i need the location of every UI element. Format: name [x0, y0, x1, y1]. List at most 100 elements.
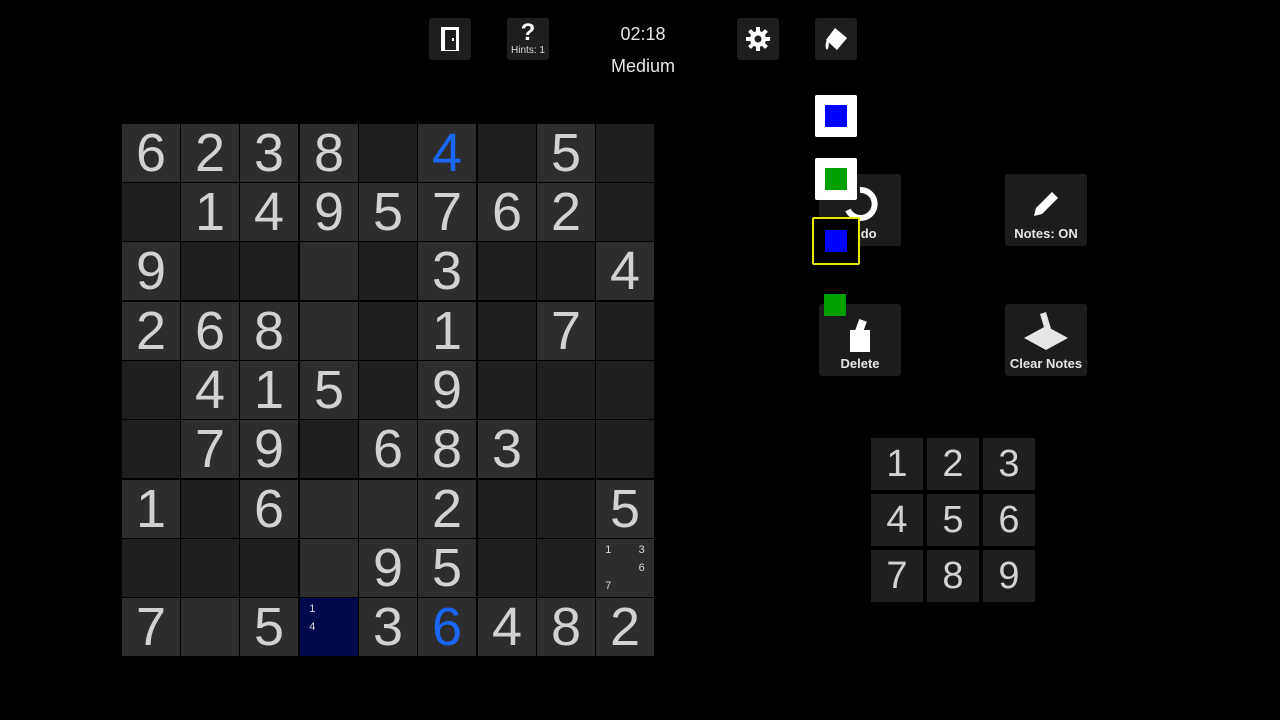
sudoku-cell[interactable]: 4 [596, 242, 654, 300]
sudoku-cell[interactable]: 1 3 6 7 [596, 539, 654, 597]
sudoku-cell[interactable]: 9 [122, 242, 180, 300]
sudoku-cell[interactable] [122, 183, 180, 241]
sudoku-cell[interactable]: 5 [300, 361, 358, 419]
sudoku-cell[interactable] [478, 124, 536, 182]
sudoku-cell[interactable] [537, 480, 595, 538]
sudoku-cell[interactable]: 6 [122, 124, 180, 182]
numpad-key-6[interactable]: 6 [983, 494, 1035, 546]
sudoku-cell[interactable]: 6 [181, 302, 239, 360]
color-swatch[interactable] [812, 217, 860, 265]
hint-button[interactable]: ? Hints: 1 [507, 18, 549, 60]
sudoku-cell[interactable]: 3 [240, 124, 298, 182]
sudoku-cell[interactable]: 2 [418, 480, 476, 538]
sudoku-cell[interactable] [596, 420, 654, 478]
sudoku-cell[interactable]: 5 [596, 480, 654, 538]
sudoku-cell[interactable] [359, 480, 417, 538]
sudoku-cell[interactable] [596, 302, 654, 360]
numpad-key-7[interactable]: 7 [871, 550, 923, 602]
sudoku-cell[interactable]: 6 [359, 420, 417, 478]
settings-button[interactable] [737, 18, 779, 60]
sudoku-cell[interactable]: 4 [181, 361, 239, 419]
notes-toggle-button[interactable]: Notes: ON [1005, 174, 1087, 246]
sudoku-cell[interactable] [478, 242, 536, 300]
sudoku-cell[interactable] [181, 539, 239, 597]
sudoku-cell[interactable]: 14 [300, 598, 358, 656]
sudoku-cell[interactable]: 2 [181, 124, 239, 182]
sudoku-cell[interactable]: 9 [240, 420, 298, 478]
sudoku-cell[interactable] [122, 539, 180, 597]
sudoku-cell[interactable] [359, 124, 417, 182]
sudoku-cell[interactable]: 8 [418, 420, 476, 478]
sudoku-cell[interactable] [596, 124, 654, 182]
numpad-key-9[interactable]: 9 [983, 550, 1035, 602]
sudoku-cell[interactable] [596, 183, 654, 241]
color-swatch[interactable] [815, 158, 857, 200]
sudoku-cell[interactable]: 5 [537, 124, 595, 182]
sudoku-cell[interactable] [537, 361, 595, 419]
sudoku-cell[interactable]: 1 [181, 183, 239, 241]
sudoku-cell[interactable] [300, 420, 358, 478]
sudoku-cell[interactable]: 2 [537, 183, 595, 241]
sudoku-cell[interactable]: 9 [418, 361, 476, 419]
numpad-key-4[interactable]: 4 [871, 494, 923, 546]
numpad-key-2[interactable]: 2 [927, 438, 979, 490]
sudoku-cell[interactable] [181, 598, 239, 656]
sudoku-cell[interactable]: 2 [122, 302, 180, 360]
sudoku-cell[interactable]: 3 [418, 242, 476, 300]
sudoku-cell[interactable] [300, 480, 358, 538]
sudoku-cell[interactable]: 3 [478, 420, 536, 478]
sudoku-cell[interactable]: 6 [240, 480, 298, 538]
sudoku-cell[interactable] [181, 480, 239, 538]
sudoku-cell[interactable] [122, 361, 180, 419]
color-swatch[interactable] [815, 95, 857, 137]
sudoku-cell[interactable]: 9 [300, 183, 358, 241]
sudoku-cell[interactable] [478, 302, 536, 360]
sudoku-cell[interactable] [537, 242, 595, 300]
sudoku-cell[interactable] [181, 242, 239, 300]
sudoku-cell[interactable] [478, 361, 536, 419]
sudoku-cell[interactable]: 6 [418, 598, 476, 656]
sudoku-cell[interactable] [359, 361, 417, 419]
sudoku-cell[interactable] [359, 302, 417, 360]
sudoku-cell[interactable] [300, 242, 358, 300]
sudoku-cell[interactable]: 7 [537, 302, 595, 360]
sudoku-cell[interactable]: 7 [418, 183, 476, 241]
sudoku-cell[interactable]: 3 [359, 598, 417, 656]
sudoku-cell[interactable]: 5 [240, 598, 298, 656]
sudoku-cell[interactable]: 1 [122, 480, 180, 538]
numpad-key-1[interactable]: 1 [871, 438, 923, 490]
sudoku-cell[interactable]: 8 [537, 598, 595, 656]
sudoku-cell[interactable]: 9 [359, 539, 417, 597]
numpad-key-5[interactable]: 5 [927, 494, 979, 546]
sudoku-cell[interactable] [537, 539, 595, 597]
paint-button[interactable] [815, 18, 857, 60]
sudoku-cell[interactable]: 1 [418, 302, 476, 360]
sudoku-cell[interactable] [478, 539, 536, 597]
sudoku-cell[interactable]: 2 [596, 598, 654, 656]
sudoku-cell[interactable]: 4 [240, 183, 298, 241]
sudoku-cell[interactable]: 8 [240, 302, 298, 360]
sudoku-cell[interactable]: 4 [418, 124, 476, 182]
sudoku-cell[interactable] [300, 302, 358, 360]
sudoku-cell[interactable]: 7 [122, 598, 180, 656]
sudoku-cell[interactable] [122, 420, 180, 478]
color-swatch[interactable] [824, 294, 846, 316]
sudoku-cell[interactable] [596, 361, 654, 419]
sudoku-cell[interactable] [240, 539, 298, 597]
sudoku-cell[interactable] [537, 420, 595, 478]
sudoku-cell[interactable]: 4 [478, 598, 536, 656]
numpad-key-8[interactable]: 8 [927, 550, 979, 602]
sudoku-cell[interactable] [478, 480, 536, 538]
sudoku-cell[interactable]: 5 [359, 183, 417, 241]
sudoku-cell[interactable]: 7 [181, 420, 239, 478]
exit-button[interactable] [429, 18, 471, 60]
sudoku-cell[interactable] [300, 539, 358, 597]
sudoku-cell[interactable]: 1 [240, 361, 298, 419]
sudoku-cell[interactable]: 6 [478, 183, 536, 241]
sudoku-cell[interactable]: 5 [418, 539, 476, 597]
sudoku-cell[interactable]: 8 [300, 124, 358, 182]
numpad-key-3[interactable]: 3 [983, 438, 1035, 490]
sudoku-cell[interactable] [240, 242, 298, 300]
sudoku-cell[interactable] [359, 242, 417, 300]
clear-notes-button[interactable]: Clear Notes [1005, 304, 1087, 376]
